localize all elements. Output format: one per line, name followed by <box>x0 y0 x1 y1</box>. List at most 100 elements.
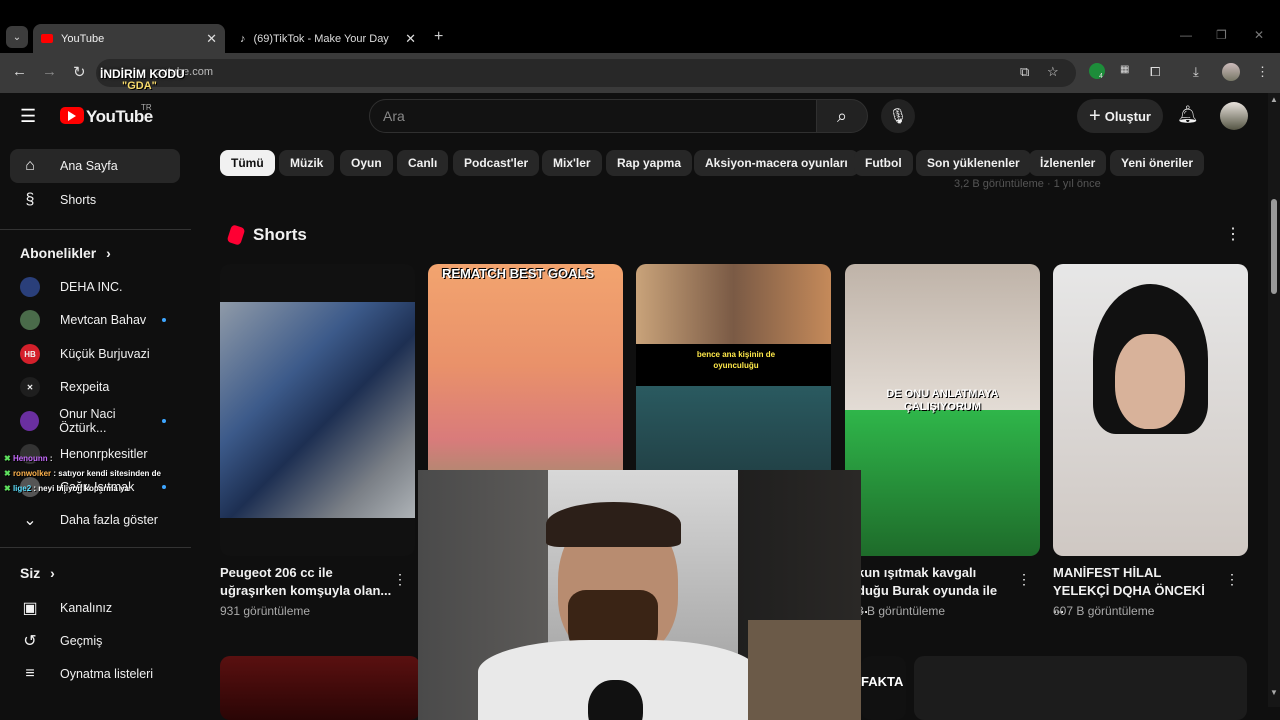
sidebar-item-history[interactable]: ↺ Geçmiş <box>10 624 180 658</box>
forward-arrow-icon[interactable]: → <box>42 63 57 80</box>
shorts-card-views: 3 B görüntüleme <box>857 604 946 618</box>
you-heading[interactable]: Siz › <box>20 565 55 581</box>
reload-icon[interactable]: ↻ <box>73 63 86 81</box>
chip-all[interactable]: Tümü <box>220 150 275 176</box>
new-content-dot <box>162 318 166 322</box>
shorts-card[interactable] <box>220 264 415 556</box>
tab-list-button[interactable]: ⌄ <box>6 26 28 48</box>
notifications-bell-icon[interactable]: 🔔︎ <box>1177 105 1199 125</box>
sidebar-item-subscription[interactable]: HB Küçük Burjuvazi <box>10 337 180 371</box>
search-input[interactable] <box>369 99 817 133</box>
chevron-down-icon: ⌄ <box>23 512 37 529</box>
chip-new-to-you[interactable]: Yeni öneriler <box>1110 150 1205 176</box>
sidebar-item-label: Ana Sayfa <box>60 159 118 173</box>
shorts-card[interactable] <box>1053 264 1248 556</box>
sidebar-item-subscription[interactable]: DEHA INC. <box>10 270 180 304</box>
address-bar[interactable] <box>96 59 1076 87</box>
chip-action-adventure[interactable]: Aksiyon-macera oyunları <box>694 150 859 176</box>
close-window-icon[interactable]: ✕ <box>1254 28 1264 42</box>
channel-avatar <box>20 411 40 431</box>
create-button[interactable]: + Oluştur <box>1077 99 1163 133</box>
sidebar-item-subscription[interactable]: Onur Naci Öztürk... <box>10 404 180 438</box>
restore-icon[interactable]: ❐ <box>1216 28 1227 42</box>
new-content-dot <box>162 485 166 489</box>
shorts-thumbnail <box>636 264 831 344</box>
new-tab-button[interactable]: + <box>434 28 443 46</box>
extension-icon[interactable]: ▦ <box>1120 64 1129 75</box>
cast-icon[interactable]: ⧉ <box>1020 64 1029 80</box>
chip-music[interactable]: Müzik <box>279 150 335 176</box>
tab-title: YouTube <box>61 32 105 45</box>
more-options-icon[interactable]: ⋮ <box>1017 571 1031 588</box>
chip-football[interactable]: Futbol <box>854 150 913 176</box>
channel-avatar: ✕ <box>20 377 40 397</box>
show-more-button[interactable]: ⌄ Daha fazla göster <box>10 503 180 537</box>
hamburger-menu-icon[interactable]: ☰ <box>20 106 36 127</box>
sidebar-item-subscription[interactable]: Mevtcan Bahav <box>10 303 180 337</box>
youtube-logo-icon[interactable] <box>60 107 84 124</box>
chip-rap[interactable]: Rap yapma <box>606 150 693 176</box>
account-avatar[interactable] <box>1220 102 1248 130</box>
more-options-icon[interactable]: ⋮ <box>393 571 407 588</box>
video-thumbnail[interactable] <box>914 656 1247 720</box>
back-arrow-icon[interactable]: ← <box>12 63 27 80</box>
page-scrollbar[interactable] <box>1268 93 1280 707</box>
create-label: Oluştur <box>1104 108 1151 124</box>
puzzle-extensions-icon[interactable]: ⧠ <box>1150 64 1160 80</box>
sidebar-item-subscription[interactable]: ✕ Rexpeita <box>10 370 180 404</box>
video-thumbnail[interactable]: FAKTA <box>861 656 906 720</box>
shorts-heading: Shorts <box>253 225 307 244</box>
video-thumbnail[interactable] <box>220 656 420 720</box>
search-button[interactable]: ⌕ <box>816 99 868 133</box>
tab-tiktok[interactable]: ♪ (69)TikTok - Make Your Day ✕ <box>232 24 424 53</box>
partial-video-meta: 3,2 B görüntüleme · 1 yıl önce <box>954 178 1101 190</box>
sidebar-divider <box>0 547 191 548</box>
scrollbar-thumb[interactable] <box>1271 199 1277 294</box>
chip-mixes[interactable]: Mix'ler <box>542 150 602 176</box>
minimize-icon[interactable]: — <box>1180 28 1192 42</box>
channel-name: Mevtcan Bahav <box>60 313 147 327</box>
extension-badge-count: 4 <box>1099 73 1103 80</box>
voice-search-button[interactable]: 🎙︎ <box>881 99 915 133</box>
thumbnail-caption: REMATCH BEST GOALS <box>442 266 595 281</box>
bookmark-star-icon[interactable]: ☆ <box>1047 64 1059 80</box>
promo-code-value: "GDA" <box>122 80 157 92</box>
chat-message: ✖ lige2 : neyi biliyon koparma ya <box>4 484 129 493</box>
chat-message: ✖ Henounn : <box>4 454 53 463</box>
microphone-icon: 🎙︎ <box>888 108 908 125</box>
chip-watched[interactable]: İzlenenler <box>1029 150 1107 176</box>
sidebar-item-label: Oynatma listeleri <box>60 667 154 681</box>
download-icon[interactable]: ⤓ <box>1193 64 1199 80</box>
subscriptions-heading[interactable]: Abonelikler › <box>20 245 111 261</box>
shorts-card[interactable]: DE ONU ANLATMAYA ÇALIŞIYORUM <box>845 264 1040 556</box>
more-options-icon[interactable]: ⋮ <box>1225 571 1239 588</box>
thumbnail-caption: FAKTA <box>861 674 904 689</box>
kebab-menu-icon[interactable]: ⋮ <box>1256 64 1269 80</box>
chip-recently-uploaded[interactable]: Son yüklenenler <box>916 150 1031 176</box>
sidebar-divider <box>0 229 191 230</box>
sidebar-item-playlists[interactable]: ≡ Oynatma listeleri <box>10 657 180 691</box>
tab-youtube[interactable]: YouTube ✕ <box>33 24 225 53</box>
chip-games[interactable]: Oyun <box>340 150 393 176</box>
shorts-card-title[interactable]: Peugeot 206 cc ile uğraşırken komşuyla o… <box>220 564 400 600</box>
thumbnail-caption: bence ana kişinin de oyunculuğu <box>696 350 776 370</box>
chip-podcasts[interactable]: Podcast'ler <box>453 150 540 176</box>
close-tab-icon[interactable]: ✕ <box>206 31 217 47</box>
channel-avatar <box>20 310 40 330</box>
sidebar-item-shorts[interactable]: § Shorts <box>10 183 180 217</box>
sidebar-item-label: Geçmiş <box>60 634 103 648</box>
playlists-icon: ≡ <box>25 665 35 682</box>
sidebar-item-your-channel[interactable]: ▣ Kanalınız <box>10 591 180 625</box>
more-options-icon[interactable]: ⋮ <box>1225 224 1241 244</box>
history-icon: ↺ <box>23 633 37 650</box>
channel-name: Rexpeita <box>60 380 110 394</box>
search-placeholder: Ara <box>383 108 405 124</box>
channel-icon: ▣ <box>22 600 38 617</box>
chip-live[interactable]: Canlı <box>397 150 449 176</box>
close-tab-icon[interactable]: ✕ <box>405 31 416 47</box>
chevron-down-icon: ⌄ <box>12 31 22 43</box>
scroll-down-arrow-icon[interactable]: ▼ <box>1270 688 1278 697</box>
sidebar-item-home[interactable]: ⌂ Ana Sayfa <box>10 149 180 183</box>
scroll-up-arrow-icon[interactable]: ▲ <box>1270 95 1278 104</box>
browser-profile-avatar[interactable] <box>1222 63 1240 81</box>
